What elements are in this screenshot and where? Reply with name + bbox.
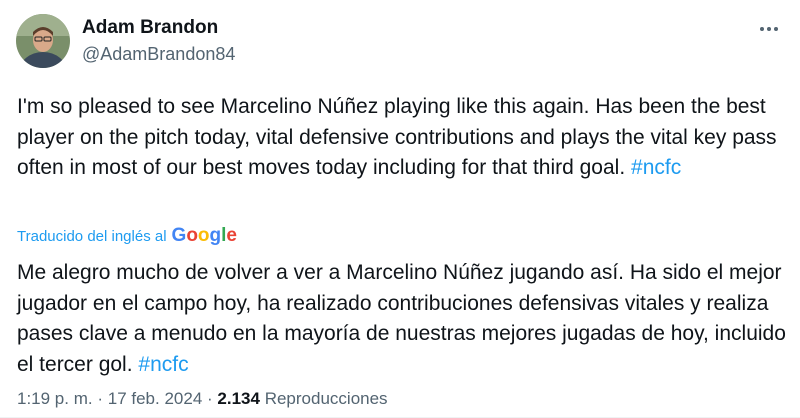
author-display-name[interactable]: Adam Brandon	[82, 16, 235, 40]
meta-separator: ·	[97, 389, 104, 408]
avatar-photo	[16, 14, 70, 68]
translated-text: Me alegro mucho de volver a ver a Marcel…	[17, 258, 787, 380]
tweet-card: Adam Brandon @AdamBrandon84 I'm so pleas…	[0, 0, 800, 418]
views-count: 2.134	[217, 389, 260, 408]
tweet-time[interactable]: 1:19 p. m.	[17, 389, 93, 408]
hashtag-link[interactable]: #ncfc	[631, 156, 681, 179]
translated-from-label[interactable]: Traducido del inglés al	[17, 228, 167, 245]
author-handle[interactable]: @AdamBrandon84	[82, 42, 235, 66]
tweet-meta: 1:19 p. m. · 17 feb. 2024 · 2.134 Reprod…	[17, 388, 388, 410]
meta-separator: ·	[207, 389, 213, 408]
translated-text-content: Me alegro mucho de volver a ver a Marcel…	[17, 261, 786, 376]
author-block: Adam Brandon @AdamBrandon84	[82, 16, 235, 66]
avatar[interactable]	[16, 14, 70, 68]
views-label: Reproducciones	[264, 389, 388, 408]
translation-attribution: Traducido del inglés al Google	[17, 224, 237, 248]
tweet-text: I'm so pleased to see Marcelino Núñez pl…	[17, 92, 787, 184]
google-logo: Google	[171, 225, 237, 246]
translated-hashtag-link[interactable]: #ncfc	[138, 353, 188, 376]
tweet-date[interactable]: 17 feb. 2024	[108, 389, 203, 408]
more-options-button[interactable]	[754, 14, 784, 44]
more-horizontal-icon	[760, 27, 778, 31]
